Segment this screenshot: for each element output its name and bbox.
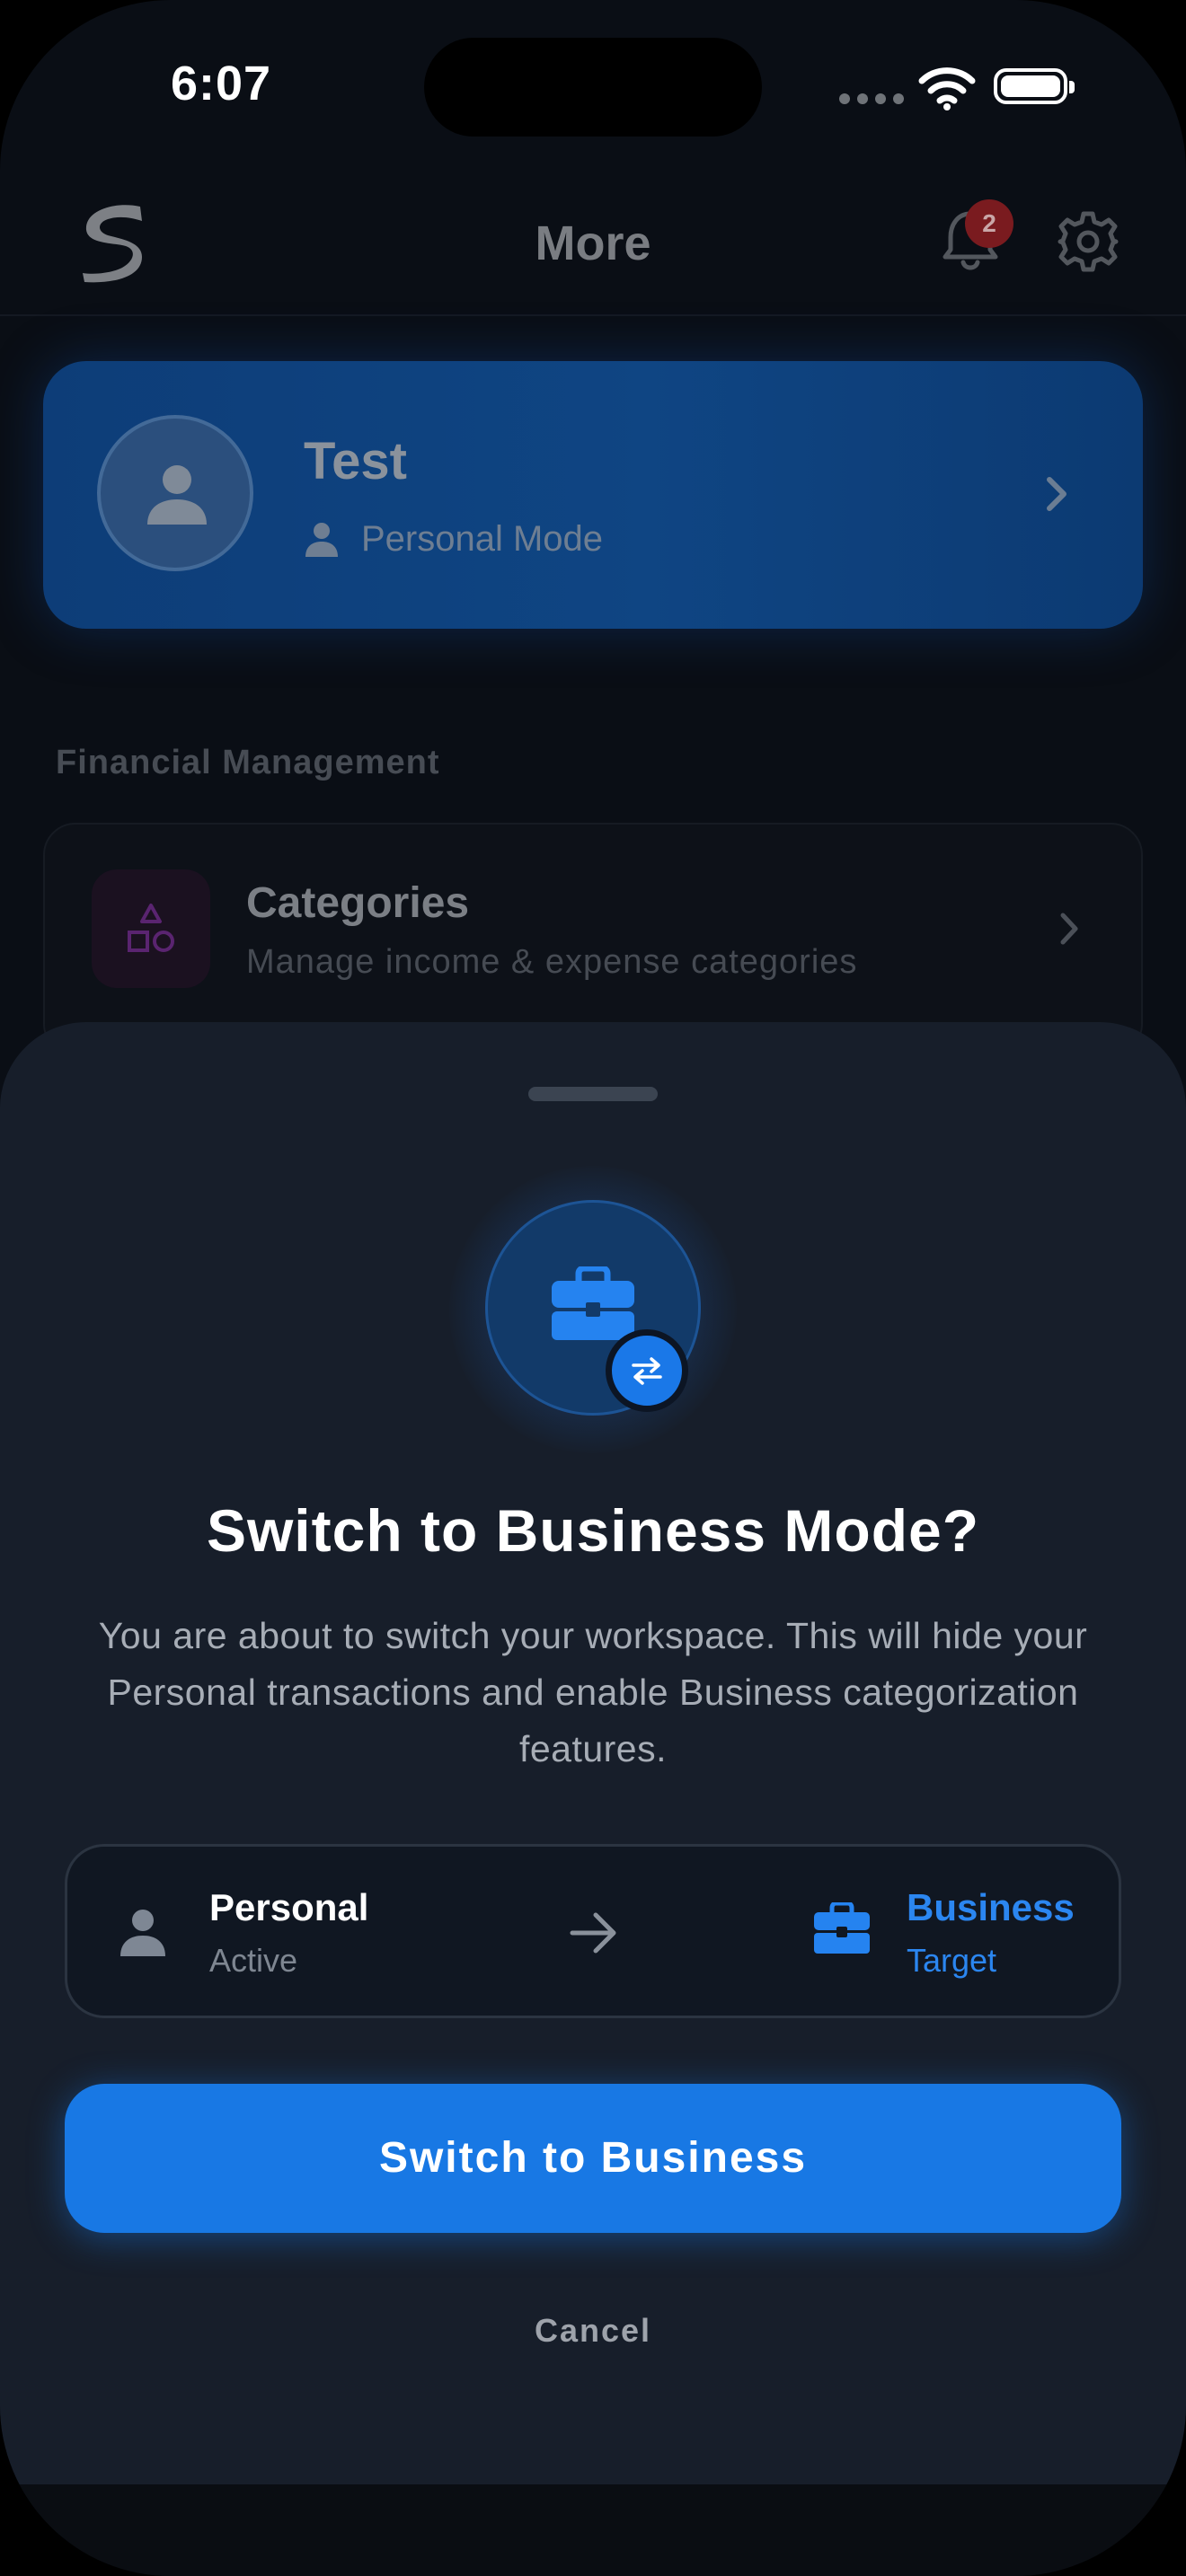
menu-item-categories[interactable]: Categories Manage income & expense categ… [43, 823, 1143, 1056]
arrow-right-icon [570, 1912, 616, 1954]
menu-item-subtitle: Manage income & expense categories [246, 943, 858, 981]
sheet-drag-handle[interactable] [528, 1087, 658, 1101]
header-divider [0, 314, 1186, 316]
wifi-icon [918, 67, 976, 110]
mode-transition-card: Personal Active Business Target [65, 1844, 1121, 2018]
switch-to-business-button[interactable]: Switch to Business [65, 2084, 1121, 2233]
current-mode-status: Active [209, 1942, 298, 1979]
person-icon [147, 465, 207, 525]
avatar [97, 415, 253, 571]
target-mode-status: Target [907, 1942, 997, 1979]
home-indicator-area [0, 2484, 1186, 2576]
status-time: 6:07 [171, 57, 272, 110]
target-mode-label: Business [907, 1886, 1075, 1928]
profile-name: Test [304, 432, 407, 490]
briefcase-icon [814, 1902, 870, 1954]
chevron-right-icon [1047, 477, 1067, 511]
briefcase-icon [552, 1266, 634, 1340]
section-title: Financial Management [56, 744, 440, 781]
menu-item-title: Categories [246, 879, 470, 927]
sheet-description: You are about to switch your workspace. … [98, 1615, 1088, 1769]
phone-screen: 6:07 More 2 Test Personal Mode Financial… [0, 0, 1186, 2576]
sheet-title: Switch to Business Mode? [206, 1497, 980, 1564]
profile-mode: Personal Mode [361, 519, 604, 559]
notification-badge: 2 [965, 199, 1013, 248]
battery-icon [994, 68, 1075, 104]
swap-arrows-icon [632, 1357, 662, 1385]
current-mode-label: Personal [209, 1886, 369, 1928]
chevron-right-icon [1060, 913, 1078, 945]
person-icon [120, 1910, 165, 1956]
switch-mode-sheet: Switch to Business Mode? You are about t… [0, 1022, 1186, 2484]
profile-card[interactable]: Test Personal Mode [43, 361, 1143, 629]
cancel-button[interactable]: Cancel [0, 2312, 1186, 2350]
gear-icon[interactable] [1057, 210, 1120, 273]
person-icon [305, 523, 338, 557]
dynamic-island [424, 38, 762, 137]
shapes-icon-tile [92, 869, 210, 988]
cellular-signal-icon [839, 93, 904, 104]
shapes-icon [128, 904, 174, 952]
swap-badge [606, 1329, 688, 1412]
